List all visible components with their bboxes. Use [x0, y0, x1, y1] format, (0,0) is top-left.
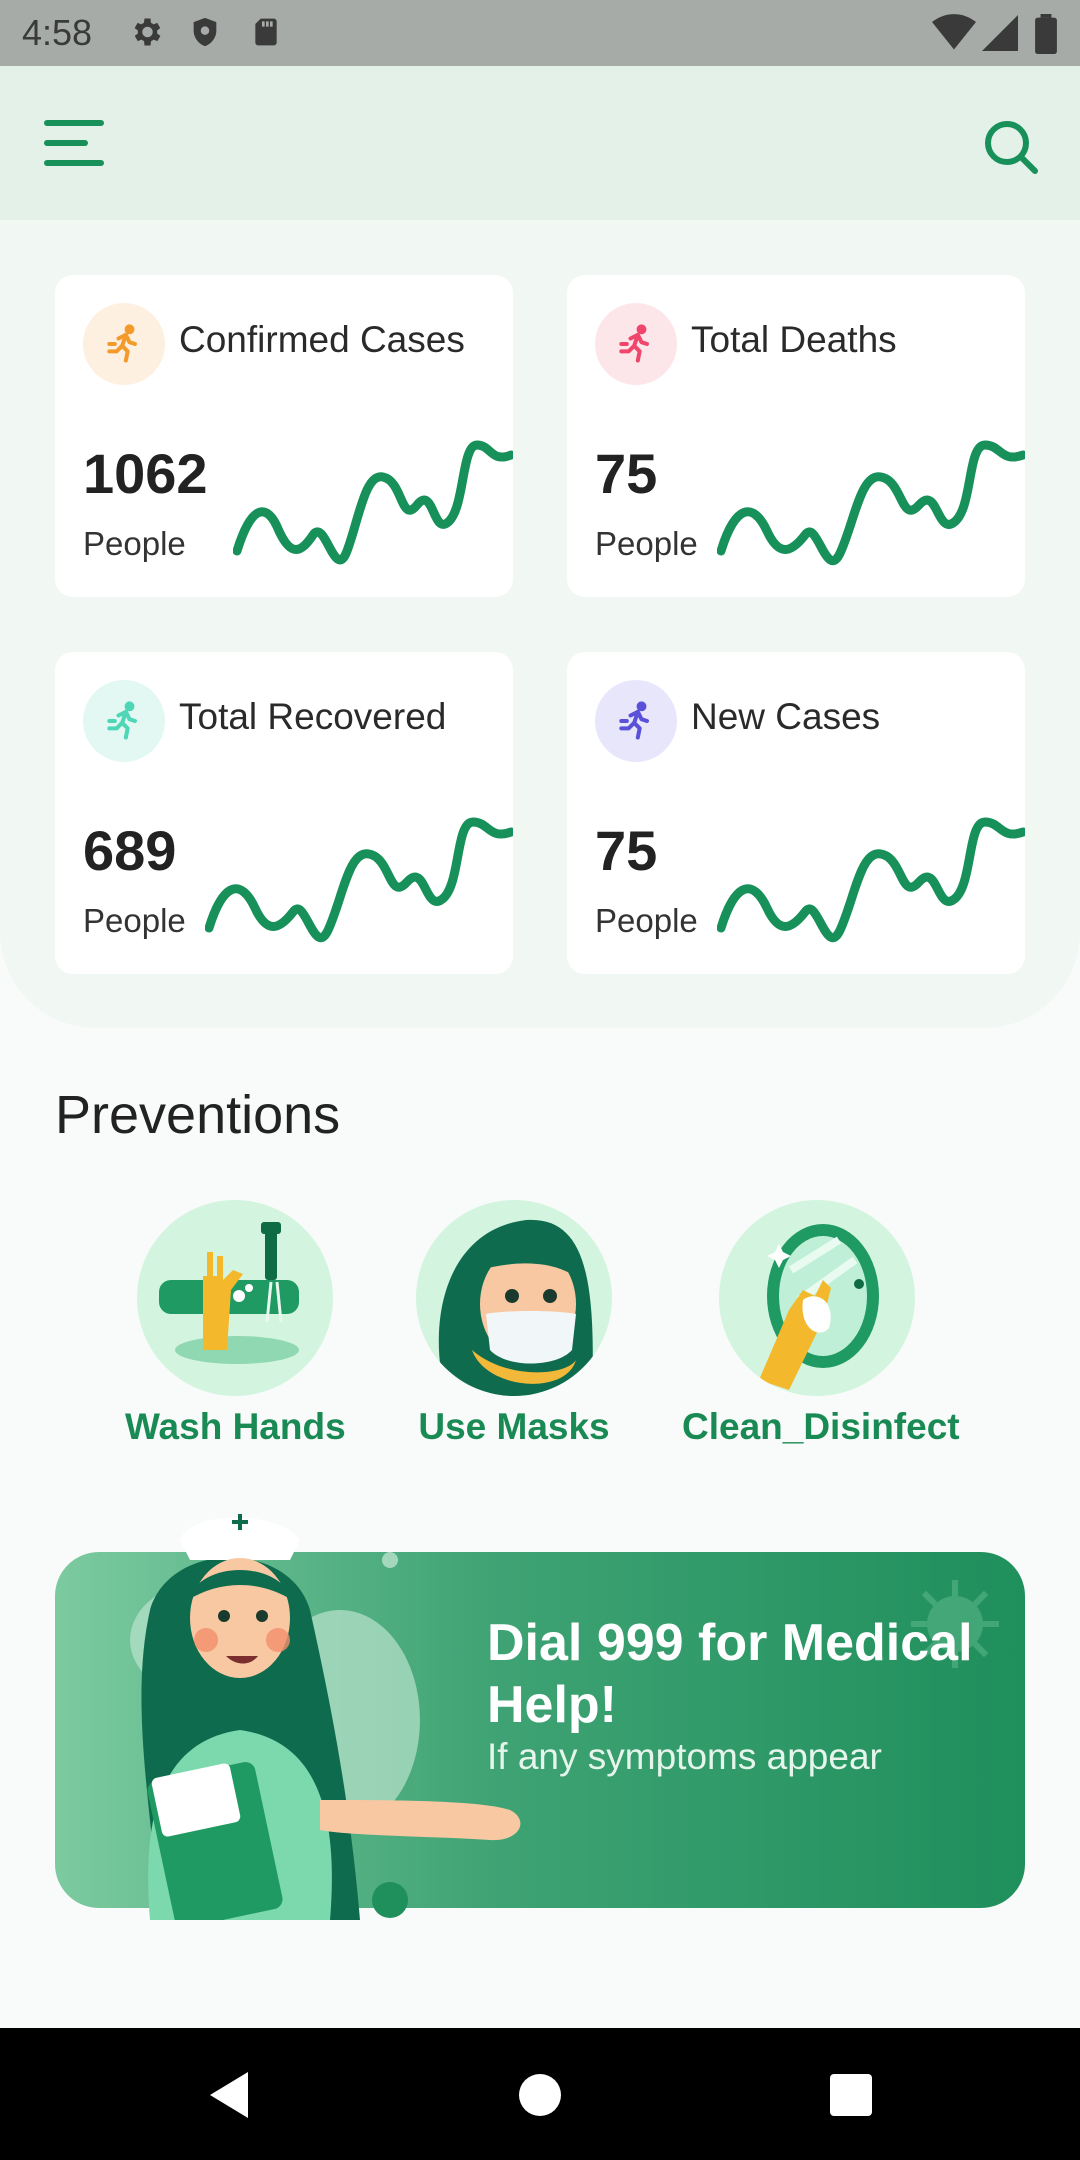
section-title-preventions: Preventions: [55, 1085, 341, 1145]
stat-card-recovered[interactable]: Total Recovered 689 People: [55, 652, 513, 974]
running-person-icon: [83, 303, 165, 385]
card-title: New Cases: [691, 696, 881, 737]
card-title: Total Recovered: [179, 696, 447, 737]
nurse-illustration: [130, 1514, 521, 1920]
settings-icon: [134, 18, 161, 46]
card-title: Confirmed Cases: [179, 319, 465, 360]
stat-card-new-cases[interactable]: New Cases 75 People: [567, 652, 1025, 974]
navigation-bar: [0, 2028, 1080, 2160]
card-value: 689: [83, 819, 177, 882]
wash-hands-illustration: [137, 1200, 333, 1396]
card-value: 1062: [83, 442, 208, 505]
prevention-label: Clean_Disinfect: [682, 1406, 960, 1447]
running-person-icon: [83, 680, 165, 762]
shield-icon: [193, 17, 217, 47]
card-unit: People: [595, 902, 698, 939]
prevention-use-masks[interactable]: Use Masks: [404, 1200, 624, 1448]
sparkline-chart: [717, 440, 1025, 565]
battery-icon: [1035, 14, 1057, 54]
card-unit: People: [83, 525, 186, 562]
sparkline-chart: [205, 817, 513, 942]
prevention-wash-hands[interactable]: Wash Hands: [125, 1200, 346, 1448]
prevention-label: Use Masks: [418, 1406, 610, 1447]
status-time: 4:58: [22, 12, 93, 53]
card-value: 75: [595, 819, 658, 882]
prevention-clean-disinfect[interactable]: Clean_Disinfect: [682, 1200, 960, 1448]
menu-icon[interactable]: [40, 114, 110, 174]
card-value: 75: [595, 442, 658, 505]
stat-card-deaths[interactable]: Total Deaths 75 People: [567, 275, 1025, 597]
sparkline-chart: [233, 440, 513, 565]
home-icon[interactable]: [507, 2062, 573, 2128]
wifi-icon: [932, 14, 976, 50]
running-person-icon: [595, 303, 677, 385]
app-bar: [0, 66, 1080, 220]
card-unit: People: [595, 525, 698, 562]
stat-card-confirmed[interactable]: Confirmed Cases 1062 People: [55, 275, 513, 597]
card-unit: People: [83, 902, 186, 939]
running-person-icon: [595, 680, 677, 762]
recents-icon[interactable]: [818, 2062, 884, 2128]
sd-card-icon: [255, 18, 277, 46]
prevention-label: Wash Hands: [125, 1406, 346, 1447]
status-bar: 4:58: [0, 0, 1080, 66]
signal-icon: [982, 15, 1018, 51]
sparkline-chart: [717, 817, 1025, 942]
clean-disinfect-illustration: [719, 1200, 915, 1396]
card-title: Total Deaths: [691, 319, 897, 360]
search-icon[interactable]: [980, 116, 1042, 178]
use-masks-illustration: [416, 1200, 612, 1396]
back-icon[interactable]: [200, 2062, 266, 2128]
